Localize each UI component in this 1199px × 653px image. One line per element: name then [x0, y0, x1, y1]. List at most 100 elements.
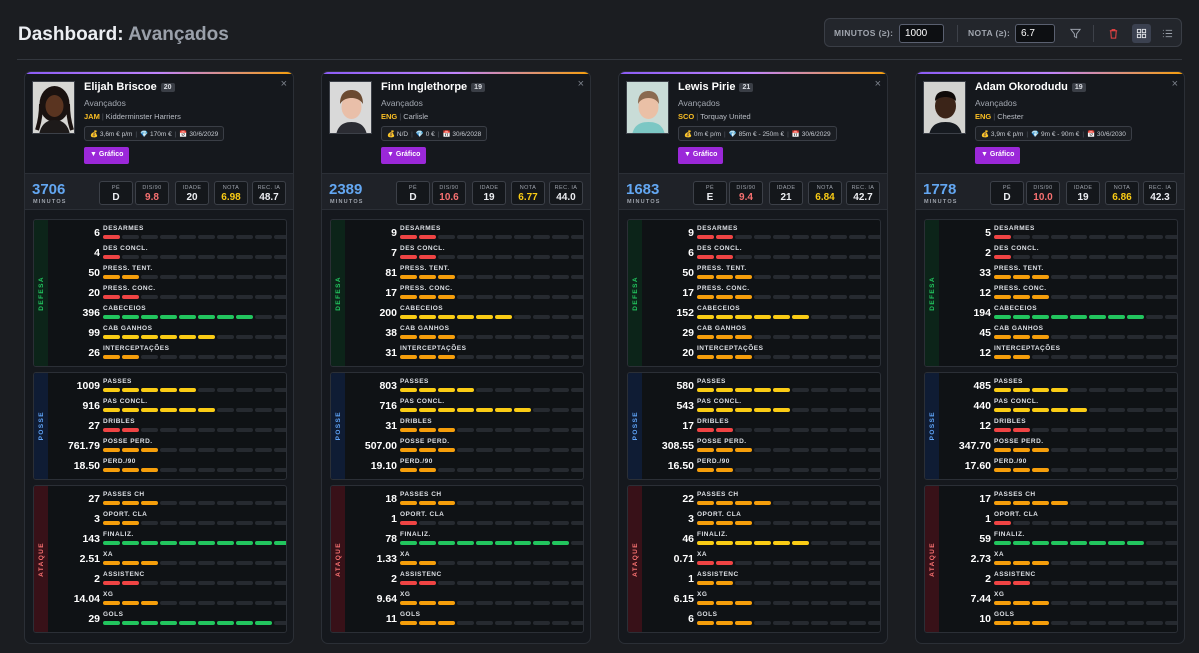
stat-box-label: REC. IA	[257, 185, 281, 191]
stat-bar-segment	[179, 621, 196, 625]
player-name[interactable]: Adam Okorodudu	[975, 81, 1068, 93]
stat-row: 6.15 XG	[642, 591, 880, 611]
stat-bar-segment	[438, 388, 455, 392]
stat-bar-segment	[141, 561, 158, 565]
close-icon[interactable]: ×	[875, 78, 881, 90]
stat-bar-segment	[514, 501, 531, 505]
stat-bar-segment	[457, 501, 474, 505]
stat-bar-segment	[1032, 315, 1049, 319]
stat-bar-segment	[1146, 295, 1163, 299]
stat-value: 26	[88, 347, 100, 359]
stat-value: 81	[385, 267, 397, 279]
card-accent	[25, 72, 293, 74]
stat-box-idade: IDADE 20	[175, 181, 209, 205]
stat-bar-segment	[400, 335, 417, 339]
attack-tab: ATAQUE	[34, 486, 48, 632]
stat-row: 38 CAB GANHOS	[345, 325, 583, 345]
stat-bar-segment	[1032, 255, 1049, 259]
close-icon[interactable]: ×	[281, 78, 287, 90]
stat-row: 22 PASSES CH	[642, 491, 880, 511]
player-name-row: Lewis Pirie 21	[678, 81, 754, 93]
stat-bar-segment	[773, 335, 790, 339]
stat-bar-segment	[552, 601, 569, 605]
stat-bar-segment	[1013, 561, 1030, 565]
stat-bar-segment	[438, 448, 455, 452]
graph-button[interactable]: ▼ Gráfico	[84, 147, 130, 164]
stat-bar-segment	[735, 468, 752, 472]
stat-bar-segment	[716, 235, 733, 239]
stat-bar-segment	[849, 355, 866, 359]
stat-bar-segment	[1165, 521, 1177, 525]
stat-value: 11	[385, 613, 397, 625]
stat-box-pe: PÉ E	[693, 181, 727, 205]
stat-bar-segment	[160, 355, 177, 359]
stat-box-label: DIS/90	[736, 185, 756, 191]
stat-bar-segment	[773, 601, 790, 605]
stat-bar	[994, 335, 1177, 339]
stat-bar-segment	[400, 581, 417, 585]
stat-bar-segment	[495, 541, 512, 545]
list-view-icon[interactable]	[1158, 24, 1177, 43]
stat-bar-segment	[735, 255, 752, 259]
stat-bar-segment	[160, 561, 177, 565]
player-name[interactable]: Finn Inglethorpe	[381, 81, 467, 93]
stat-label: ASSISTENC	[400, 571, 442, 578]
stat-bar-segment	[217, 428, 234, 432]
separator: |	[787, 131, 789, 138]
player-name[interactable]: Lewis Pirie	[678, 81, 735, 93]
graph-button[interactable]: ▼ Gráfico	[381, 147, 427, 164]
stat-box-label: DIS/90	[439, 185, 459, 191]
trash-icon[interactable]	[1104, 24, 1123, 43]
stat-bar-segment	[735, 581, 752, 585]
stat-bar-segment	[716, 275, 733, 279]
rating-filter-input[interactable]	[1015, 24, 1055, 43]
stat-bar	[400, 501, 583, 505]
stat-label: PASSES CH	[103, 491, 145, 498]
graph-button[interactable]: ▼ Gráfico	[975, 147, 1021, 164]
filter-icon[interactable]	[1066, 24, 1085, 43]
stat-bar-segment	[419, 468, 436, 472]
stat-label: CAB GANHOS	[103, 325, 153, 332]
stat-bar-segment	[419, 621, 436, 625]
stat-label: XG	[697, 591, 708, 598]
player-position: Avançados	[975, 98, 1017, 108]
player-name[interactable]: Elijah Briscoe	[84, 81, 157, 93]
stat-bar-segment	[160, 541, 177, 545]
stat-row: 12 DRIBLES	[939, 418, 1177, 438]
stat-bar-segment	[849, 275, 866, 279]
stat-value: 22	[682, 493, 694, 505]
stat-bar-segment	[122, 235, 139, 239]
stat-bar-segment	[198, 428, 215, 432]
close-icon[interactable]: ×	[1172, 78, 1178, 90]
stat-bar	[697, 601, 880, 605]
stat-bar-segment	[198, 315, 215, 319]
stat-bar-segment	[400, 315, 417, 319]
stat-bar-segment	[457, 388, 474, 392]
grid-view-icon[interactable]	[1132, 24, 1151, 43]
stat-bar-segment	[735, 561, 752, 565]
stat-label: DES CONCL.	[697, 245, 743, 252]
stat-bar-segment	[1070, 468, 1087, 472]
stat-bar-segment	[400, 541, 417, 545]
stat-bar	[994, 581, 1177, 585]
stat-bar-segment	[811, 541, 828, 545]
close-icon[interactable]: ×	[578, 78, 584, 90]
contract-chip: 📅 30/6/2029	[179, 131, 219, 138]
stat-row: 580 PASSES	[642, 378, 880, 398]
stat-bar-segment	[735, 448, 752, 452]
attack-tab-label: ATAQUE	[37, 541, 45, 577]
stat-bar-segment	[419, 315, 436, 319]
stat-bar-segment	[438, 275, 455, 279]
stat-bar-segment	[533, 561, 550, 565]
stat-bar	[697, 541, 880, 545]
graph-button[interactable]: ▼ Gráfico	[678, 147, 724, 164]
stat-label: PAS CONCL.	[400, 398, 445, 405]
stat-bar	[103, 388, 286, 392]
player-photo	[32, 81, 75, 134]
stat-bar-segment	[1165, 295, 1177, 299]
stat-bar-segment	[1127, 355, 1144, 359]
minutes-filter-input[interactable]	[899, 24, 944, 43]
stat-box-value: 42.3	[1150, 192, 1170, 203]
header-divider	[17, 59, 1182, 60]
stat-value: 17	[682, 420, 694, 432]
